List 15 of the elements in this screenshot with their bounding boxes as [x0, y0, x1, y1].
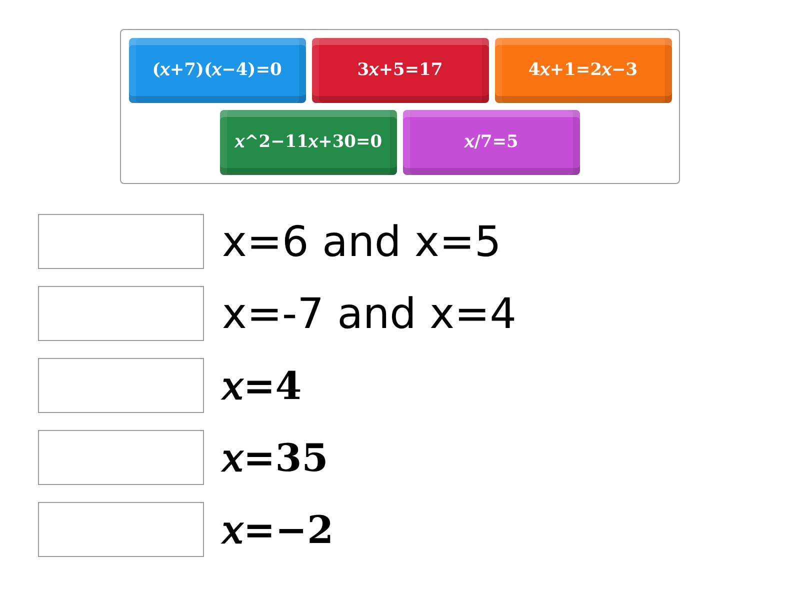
equation-tile[interactable]: 𝑥^2−11𝑥+30=0 — [220, 110, 397, 175]
equation-tile[interactable]: 3𝑥+5=17 — [312, 38, 488, 103]
drop-box[interactable] — [38, 430, 204, 485]
answer-text: 𝑥=4 — [222, 362, 302, 410]
answer-text: 𝑥=35 — [222, 434, 328, 482]
equation-tile[interactable]: 𝑥/7=5 — [403, 110, 580, 175]
drop-box[interactable] — [38, 286, 204, 341]
answer-text: 𝑥=−2 — [222, 506, 334, 554]
answer-text: x=-7 and x=4 — [222, 288, 516, 340]
equation-tile[interactable]: 4𝑥+1=2𝑥−3 — [494, 38, 672, 103]
equation-tile[interactable]: (𝑥+7)(𝑥−4)=0 — [128, 38, 306, 103]
answer-text: x=6 and x=5 — [222, 216, 502, 268]
drop-box[interactable] — [38, 358, 204, 413]
drop-box[interactable] — [38, 214, 204, 269]
drop-box[interactable] — [38, 502, 204, 557]
